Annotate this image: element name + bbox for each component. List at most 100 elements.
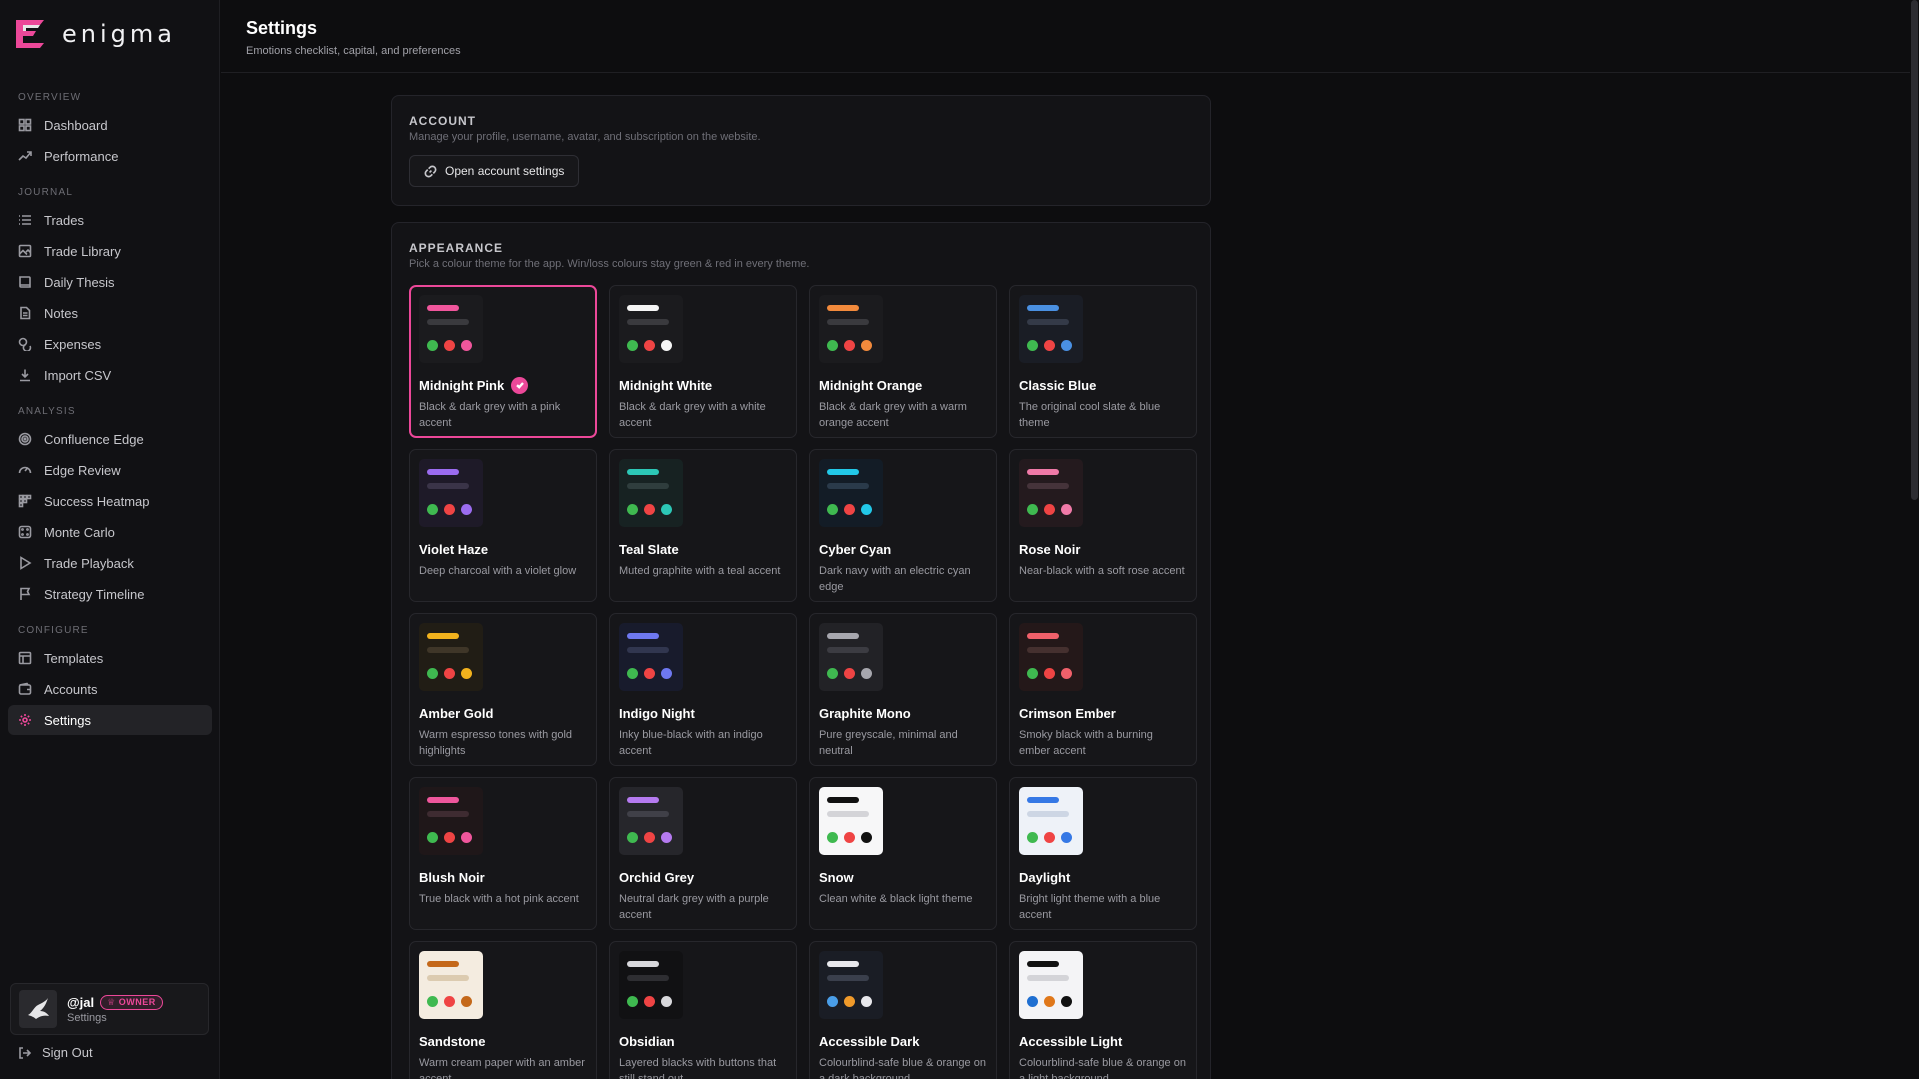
theme-desc: Colourblind-safe blue & orange on a dark… xyxy=(819,1057,986,1079)
theme-card-midnight-pink[interactable]: Midnight Pink Black & dark grey with a pi… xyxy=(409,285,597,438)
swatch-dot xyxy=(627,832,638,843)
theme-swatch xyxy=(619,459,683,527)
sidebar-item-accounts[interactable]: Accounts xyxy=(8,674,212,704)
appearance-title: APPEARANCE xyxy=(409,241,504,255)
swatch-secondary-bar xyxy=(427,647,469,653)
scrollbar-thumb[interactable] xyxy=(1911,0,1918,500)
theme-name: Classic Blue xyxy=(1019,377,1097,393)
theme-name: Daylight xyxy=(1019,869,1071,885)
sidebar-item-trades[interactable]: Trades xyxy=(8,205,212,235)
swatch-accent-bar xyxy=(827,961,859,967)
theme-name: Amber Gold xyxy=(419,705,494,721)
swatch-dot xyxy=(861,340,872,351)
theme-card-orchid-grey[interactable]: Orchid Grey Neutral dark grey with a purp… xyxy=(609,777,797,930)
swatch-dot xyxy=(644,504,655,515)
theme-name: Midnight Pink xyxy=(419,377,505,393)
theme-desc: Layered blacks with buttons that still s… xyxy=(619,1057,777,1079)
swatch-dot xyxy=(644,832,655,843)
open-account-settings-button[interactable]: Open account settings xyxy=(409,155,580,187)
swatch-dot xyxy=(1027,996,1038,1007)
theme-card-obsidian[interactable]: Obsidian Layered blacks with buttons that… xyxy=(609,941,797,1079)
sidebar-item-notes[interactable]: Notes xyxy=(8,298,212,328)
sidebar-item-label: Import CSV xyxy=(44,367,112,383)
appearance-panel: APPEARANCE Pick a colour theme for the a… xyxy=(391,222,1211,1079)
swatch-dot xyxy=(427,832,438,843)
user-name: @jal xyxy=(67,994,95,1010)
swatch-dot xyxy=(1044,504,1055,515)
sidebar-item-edge-review[interactable]: Edge Review xyxy=(8,455,212,485)
sidebar-item-import-csv[interactable]: Import CSV xyxy=(8,360,212,390)
theme-card-accessible-dark[interactable]: Accessible Dark Colourblind-safe blue & o… xyxy=(809,941,997,1079)
appearance-desc: Pick a colour theme for the app. Win/los… xyxy=(409,258,810,270)
swatch-accent-bar xyxy=(827,633,859,639)
swatch-dot xyxy=(1027,504,1038,515)
sidebar-item-trade-playback[interactable]: Trade Playback xyxy=(8,548,212,578)
theme-card-crimson-ember[interactable]: Crimson Ember Smoky black with a burning … xyxy=(1009,613,1197,766)
sidebar-nav: OVERVIEW Dashboard Performance JOURNAL Trade… xyxy=(8,86,212,736)
theme-swatch xyxy=(1019,951,1083,1019)
book-icon xyxy=(19,276,31,288)
swatch-dot xyxy=(444,996,455,1007)
swatch-dot xyxy=(627,996,638,1007)
sidebar-item-label: Trades xyxy=(44,212,84,228)
theme-card-daylight[interactable]: Daylight Bright light theme with a blue a… xyxy=(1009,777,1197,930)
theme-card-classic-blue[interactable]: Classic Blue The original cool slate & bl… xyxy=(1009,285,1197,438)
theme-name: Indigo Night xyxy=(619,705,695,721)
sidebar-item-dashboard[interactable]: Dashboard xyxy=(8,110,212,140)
swatch-dot xyxy=(1061,504,1072,515)
theme-name: Blush Noir xyxy=(419,869,485,885)
theme-card-indigo-night[interactable]: Indigo Night Inky blue-black with an indi… xyxy=(609,613,797,766)
list-icon xyxy=(19,215,31,225)
theme-desc: Black & dark grey with a warm orange acc… xyxy=(819,401,967,429)
sidebar-item-confluence-edge[interactable]: Confluence Edge xyxy=(8,424,212,454)
theme-card-snow[interactable]: Snow Clean white & black light theme xyxy=(809,777,997,930)
sidebar-item-expenses[interactable]: Expenses xyxy=(8,329,212,359)
swatch-secondary-bar xyxy=(1027,975,1069,981)
theme-card-teal-slate[interactable]: Teal Slate Muted graphite with a teal acc… xyxy=(609,449,797,602)
swatch-secondary-bar xyxy=(627,811,669,817)
theme-card-accessible-light[interactable]: Accessible Light Colourblind-safe blue & … xyxy=(1009,941,1197,1079)
theme-name: Sandstone xyxy=(419,1033,486,1049)
sidebar-item-performance[interactable]: Performance xyxy=(8,141,212,171)
page-scrollbar[interactable] xyxy=(1910,0,1919,1079)
theme-desc: The original cool slate & blue theme xyxy=(1019,401,1161,429)
sign-out-button[interactable]: Sign Out xyxy=(18,1045,93,1060)
sidebar-item-settings[interactable]: Settings xyxy=(8,705,212,735)
swatch-dot xyxy=(627,504,638,515)
sidebar-item-success-heatmap[interactable]: Success Heatmap xyxy=(8,486,212,516)
theme-swatch xyxy=(619,295,683,363)
theme-name: Obsidian xyxy=(619,1033,675,1049)
app-logo[interactable]: enigma xyxy=(14,18,176,50)
swatch-secondary-bar xyxy=(427,811,469,817)
theme-swatch xyxy=(619,623,683,691)
theme-card-midnight-white[interactable]: Midnight White Black & dark grey with a w… xyxy=(609,285,797,438)
user-card[interactable]: @jal ♕ OWNER Settings xyxy=(10,983,209,1035)
theme-card-blush-noir[interactable]: Blush Noir True black with a hot pink acc… xyxy=(409,777,597,930)
sidebar-item-templates[interactable]: Templates xyxy=(8,643,212,673)
sidebar-item-trade-library[interactable]: Trade Library xyxy=(8,236,212,266)
theme-name: Accessible Dark xyxy=(819,1033,920,1049)
swatch-dot xyxy=(444,504,455,515)
theme-card-sandstone[interactable]: Sandstone Warm cream paper with an amber … xyxy=(409,941,597,1079)
theme-card-graphite-mono[interactable]: Graphite Mono Pure greyscale, minimal and… xyxy=(809,613,997,766)
sidebar-item-daily-thesis[interactable]: Daily Thesis xyxy=(8,267,212,297)
swatch-secondary-bar xyxy=(627,483,669,489)
nav-section-journal: JOURNAL xyxy=(18,187,74,198)
sidebar-item-strategy-timeline[interactable]: Strategy Timeline xyxy=(8,579,212,609)
theme-card-amber-gold[interactable]: Amber Gold Warm espresso tones with gold … xyxy=(409,613,597,766)
account-desc: Manage your profile, username, avatar, a… xyxy=(409,131,761,143)
page-header: Settings Emotions checklist, capital, an… xyxy=(221,0,1910,73)
sidebar-item-monte-carlo[interactable]: Monte Carlo xyxy=(8,517,212,547)
theme-card-cyber-cyan[interactable]: Cyber Cyan Dark navy with an electric cya… xyxy=(809,449,997,602)
swatch-secondary-bar xyxy=(427,319,469,325)
sidebar-item-label: Dashboard xyxy=(44,117,108,133)
swatch-dot xyxy=(627,668,638,679)
theme-card-violet-haze[interactable]: Violet Haze Deep charcoal with a violet g… xyxy=(409,449,597,602)
swatch-dot xyxy=(427,668,438,679)
theme-desc: Deep charcoal with a violet glow xyxy=(419,565,577,577)
theme-card-midnight-orange[interactable]: Midnight Orange Black & dark grey with a … xyxy=(809,285,997,438)
swatch-dot xyxy=(461,504,472,515)
swatch-dot xyxy=(1044,832,1055,843)
theme-name: Orchid Grey xyxy=(619,869,695,885)
theme-card-rose-noir[interactable]: Rose Noir Near-black with a soft rose acc… xyxy=(1009,449,1197,602)
